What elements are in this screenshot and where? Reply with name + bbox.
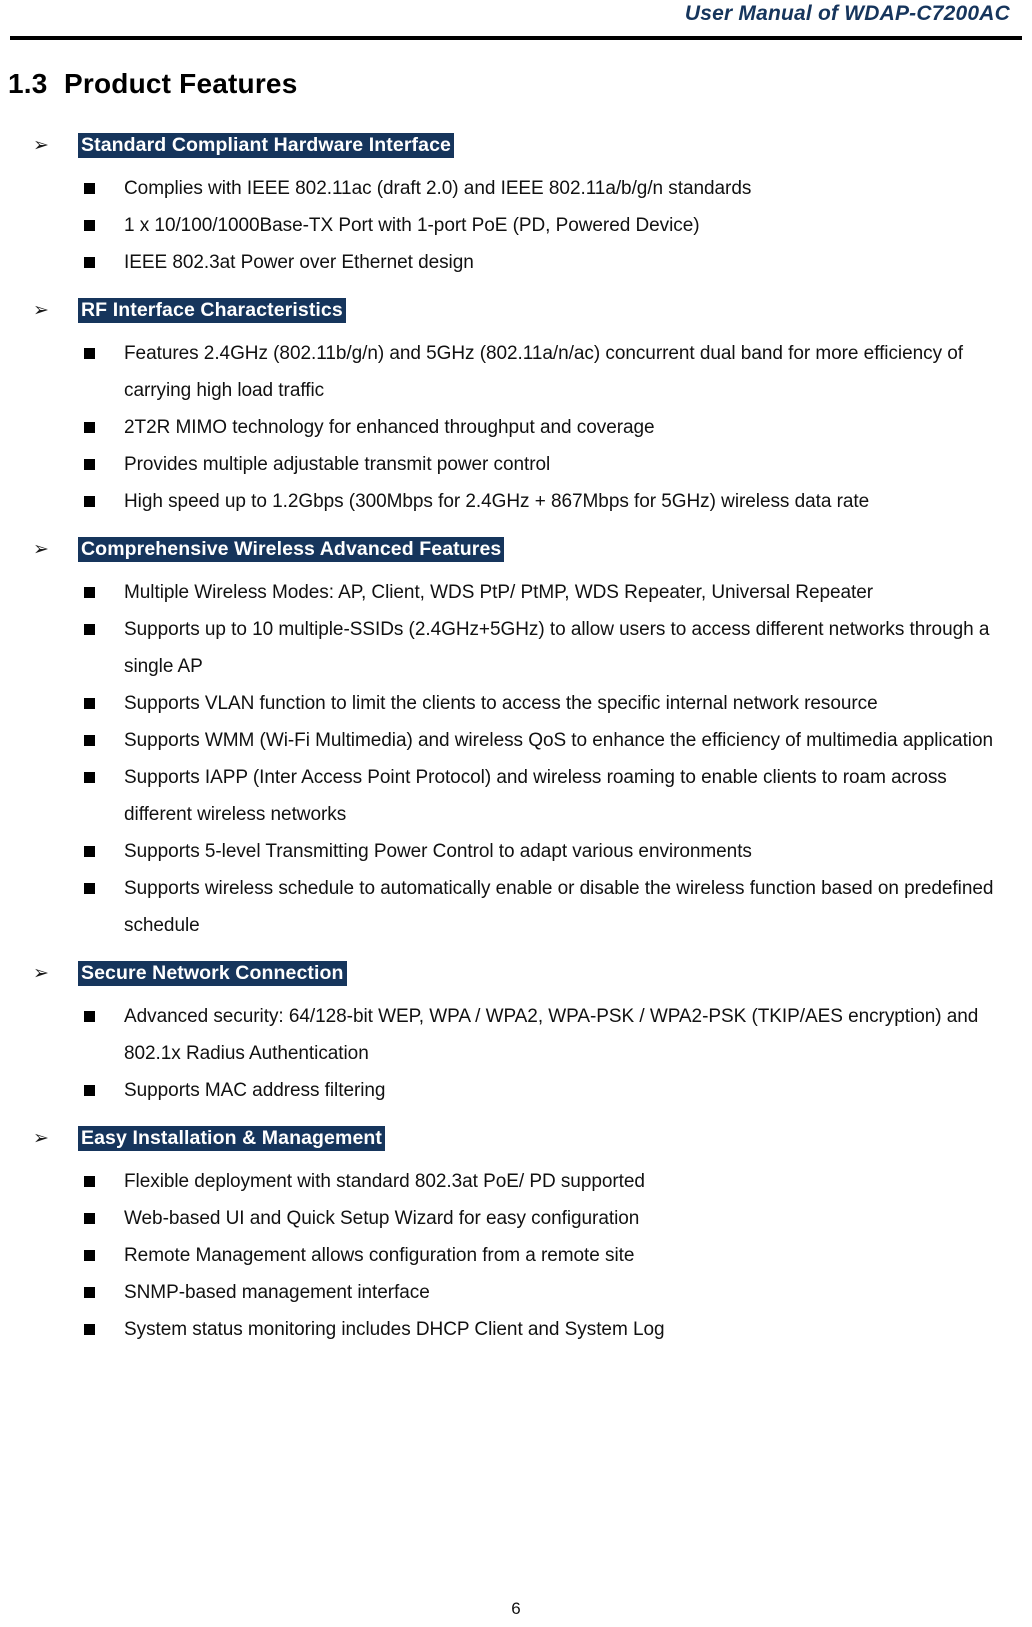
feature-group-header: ➢ RF Interface Characteristics [0, 297, 1032, 331]
page-header: User Manual of WDAP-C7200AC [0, 0, 1032, 46]
feature-group-header: ➢ Easy Installation & Management [0, 1125, 1032, 1159]
arrow-bullet-icon: ➢ [33, 1128, 49, 1149]
feature-item: Supports 5-level Transmitting Power Cont… [0, 833, 1032, 870]
feature-item-list: Advanced security: 64/128-bit WEP, WPA /… [0, 998, 1032, 1109]
arrow-bullet-icon: ➢ [33, 300, 49, 321]
feature-item: SNMP-based management interface [0, 1274, 1032, 1311]
feature-item: Flexible deployment with standard 802.3a… [0, 1163, 1032, 1200]
feature-item: High speed up to 1.2Gbps (300Mbps for 2.… [0, 483, 1032, 520]
square-bullet-icon [84, 459, 95, 470]
feature-item: Multiple Wireless Modes: AP, Client, WDS… [0, 574, 1032, 611]
square-bullet-icon [84, 1213, 95, 1224]
feature-item-text: Supports WMM (Wi-Fi Multimedia) and wire… [124, 730, 994, 751]
feature-item-text: Flexible deployment with standard 802.3a… [124, 1171, 645, 1192]
feature-group-header: ➢ Standard Compliant Hardware Interface [0, 132, 1032, 166]
document-page: User Manual of WDAP-C7200AC 1.3 Product F… [0, 0, 1032, 1627]
arrow-bullet-icon: ➢ [33, 539, 49, 560]
square-bullet-icon [84, 1176, 95, 1187]
feature-item: Web-based UI and Quick Setup Wizard for … [0, 1200, 1032, 1237]
square-bullet-icon [84, 735, 95, 746]
feature-group: ➢ Easy Installation & Management Flexible … [0, 1125, 1032, 1348]
feature-item: 1 x 10/100/1000Base-TX Port with 1-port … [0, 207, 1032, 244]
feature-item-text: High speed up to 1.2Gbps (300Mbps for 2.… [124, 491, 870, 512]
square-bullet-icon [84, 496, 95, 507]
section-title: Product Features [64, 68, 298, 99]
square-bullet-icon [84, 1287, 95, 1298]
square-bullet-icon [84, 348, 95, 359]
feature-item: Supports MAC address filtering [0, 1072, 1032, 1109]
arrow-bullet-icon: ➢ [33, 963, 49, 984]
square-bullet-icon [84, 220, 95, 231]
square-bullet-icon [84, 1011, 95, 1022]
square-bullet-icon [84, 183, 95, 194]
feature-item-text: System status monitoring includes DHCP C… [124, 1319, 665, 1340]
feature-item-text: Supports up to 10 multiple-SSIDs (2.4GHz… [124, 619, 990, 677]
feature-group: ➢ RF Interface Characteristics Features 2.… [0, 297, 1032, 520]
feature-item-text: Supports wireless schedule to automatica… [124, 878, 994, 936]
feature-item: Supports VLAN function to limit the clie… [0, 685, 1032, 722]
square-bullet-icon [84, 257, 95, 268]
feature-item: 2T2R MIMO technology for enhanced throug… [0, 409, 1032, 446]
feature-list: ➢ Standard Compliant Hardware Interface C… [0, 132, 1032, 1364]
feature-item-text: Web-based UI and Quick Setup Wizard for … [124, 1208, 640, 1229]
arrow-bullet-icon: ➢ [33, 135, 49, 156]
feature-item-text: Supports 5-level Transmitting Power Cont… [124, 841, 752, 862]
feature-item: Supports wireless schedule to automatica… [0, 870, 1032, 944]
feature-item: Advanced security: 64/128-bit WEP, WPA /… [0, 998, 1032, 1072]
square-bullet-icon [84, 624, 95, 635]
feature-item-text: 2T2R MIMO technology for enhanced throug… [124, 417, 655, 438]
feature-item: IEEE 802.3at Power over Ethernet design [0, 244, 1032, 281]
page-title: 1.3 Product Features [8, 68, 297, 100]
feature-item-list: Multiple Wireless Modes: AP, Client, WDS… [0, 574, 1032, 944]
square-bullet-icon [84, 1250, 95, 1261]
feature-item-text: Advanced security: 64/128-bit WEP, WPA /… [124, 1006, 979, 1064]
feature-item: Complies with IEEE 802.11ac (draft 2.0) … [0, 170, 1032, 207]
feature-item-list: Flexible deployment with standard 802.3a… [0, 1163, 1032, 1348]
feature-group-header: ➢ Comprehensive Wireless Advanced Feature… [0, 536, 1032, 570]
feature-item-text: Provides multiple adjustable transmit po… [124, 454, 551, 475]
feature-group: ➢ Comprehensive Wireless Advanced Feature… [0, 536, 1032, 944]
feature-group-title: Comprehensive Wireless Advanced Features [78, 537, 505, 562]
square-bullet-icon [84, 1085, 95, 1096]
feature-group-title: Standard Compliant Hardware Interface [78, 133, 454, 158]
feature-item: Supports WMM (Wi-Fi Multimedia) and wire… [0, 722, 1032, 759]
feature-group: ➢ Standard Compliant Hardware Interface C… [0, 132, 1032, 281]
header-manual-title: User Manual of WDAP-C7200AC [684, 2, 1010, 25]
feature-item-list: Features 2.4GHz (802.11b/g/n) and 5GHz (… [0, 335, 1032, 520]
square-bullet-icon [84, 883, 95, 894]
feature-item: Supports up to 10 multiple-SSIDs (2.4GHz… [0, 611, 1032, 685]
feature-item-text: SNMP-based management interface [124, 1282, 430, 1303]
feature-item-text: Complies with IEEE 802.11ac (draft 2.0) … [124, 178, 752, 199]
square-bullet-icon [84, 846, 95, 857]
feature-item: Provides multiple adjustable transmit po… [0, 446, 1032, 483]
page-number: 6 [511, 1599, 521, 1618]
feature-group-title: RF Interface Characteristics [78, 298, 346, 323]
feature-group: ➢ Secure Network Connection Advanced secur… [0, 960, 1032, 1109]
feature-item: Remote Management allows configuration f… [0, 1237, 1032, 1274]
feature-item-list: Complies with IEEE 802.11ac (draft 2.0) … [0, 170, 1032, 281]
feature-item-text: Supports IAPP (Inter Access Point Protoc… [124, 767, 947, 825]
feature-item-text: Multiple Wireless Modes: AP, Client, WDS… [124, 582, 874, 603]
header-divider-rule [10, 36, 1022, 40]
square-bullet-icon [84, 422, 95, 433]
square-bullet-icon [84, 772, 95, 783]
square-bullet-icon [84, 587, 95, 598]
feature-item-text: 1 x 10/100/1000Base-TX Port with 1-port … [124, 215, 700, 236]
feature-item: Supports IAPP (Inter Access Point Protoc… [0, 759, 1032, 833]
section-number: 1.3 [8, 68, 48, 99]
page-footer: 6 [0, 1599, 1032, 1619]
feature-item-text: IEEE 802.3at Power over Ethernet design [124, 252, 474, 273]
feature-group-title: Secure Network Connection [78, 961, 347, 986]
feature-item: System status monitoring includes DHCP C… [0, 1311, 1032, 1348]
square-bullet-icon [84, 1324, 95, 1335]
feature-group-header: ➢ Secure Network Connection [0, 960, 1032, 994]
feature-item-text: Supports MAC address filtering [124, 1080, 386, 1101]
feature-item-text: Features 2.4GHz (802.11b/g/n) and 5GHz (… [124, 343, 964, 401]
feature-group-title: Easy Installation & Management [78, 1126, 385, 1151]
feature-item: Features 2.4GHz (802.11b/g/n) and 5GHz (… [0, 335, 1032, 409]
square-bullet-icon [84, 698, 95, 709]
feature-item-text: Supports VLAN function to limit the clie… [124, 693, 878, 714]
feature-item-text: Remote Management allows configuration f… [124, 1245, 635, 1266]
